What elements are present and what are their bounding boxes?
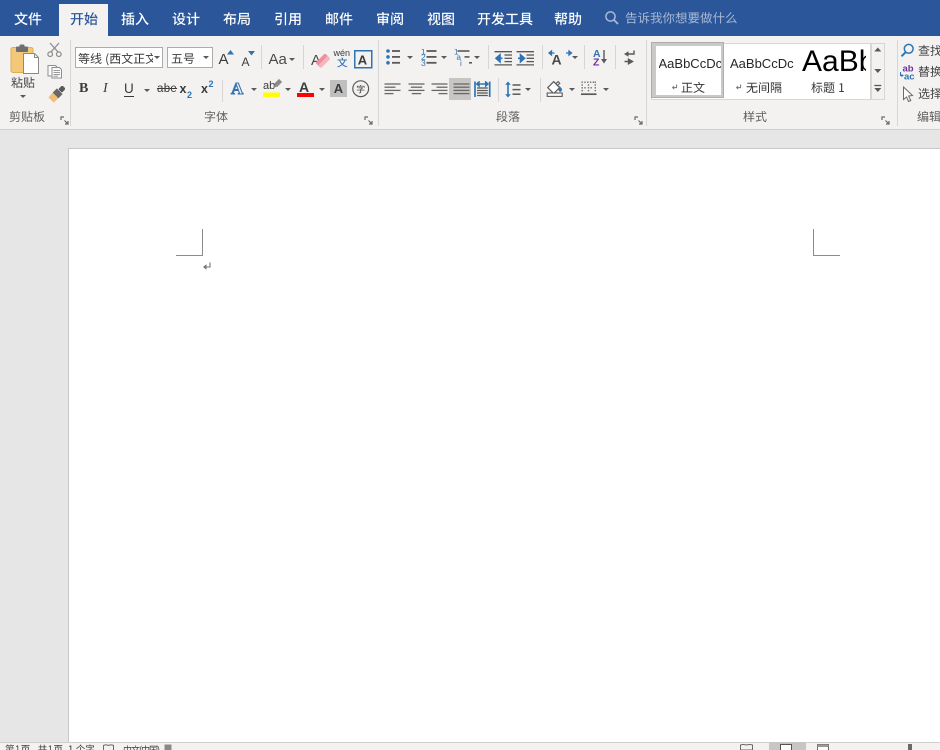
svg-text:ab: ab: [263, 80, 275, 92]
svg-text:A: A: [552, 52, 562, 67]
svg-text:A: A: [357, 53, 367, 68]
svg-text:i: i: [460, 59, 462, 66]
svg-text:ac: ac: [904, 72, 915, 81]
svg-text:3: 3: [421, 58, 426, 66]
svg-text:Z: Z: [593, 57, 600, 68]
